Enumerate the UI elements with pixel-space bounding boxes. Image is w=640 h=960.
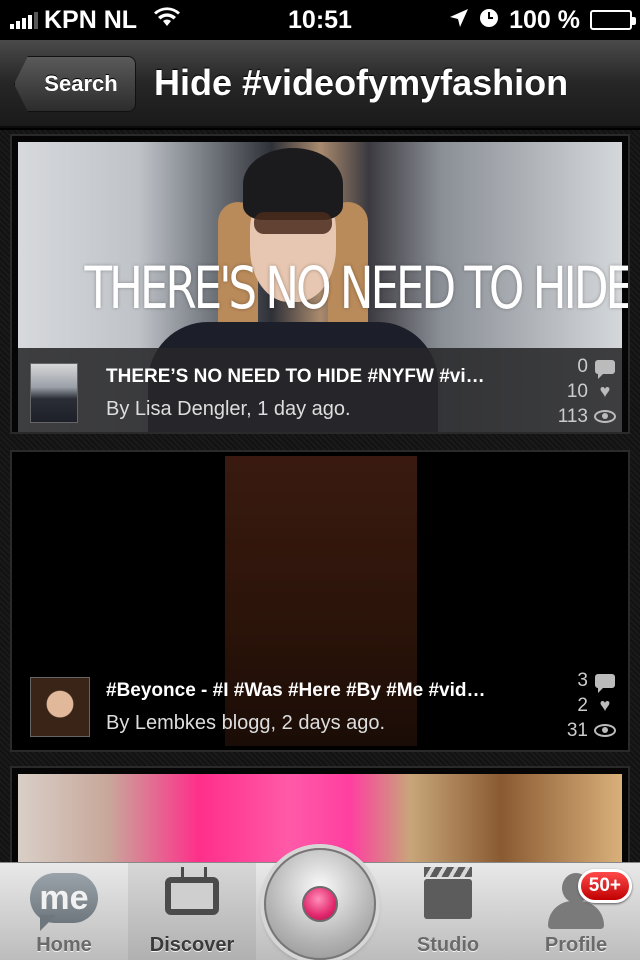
status-bar: KPN NL 10:51 100 % — [0, 0, 640, 40]
video-overlay-text: THERE'S NO NEED TO HIDE #NYFW — [84, 254, 628, 322]
tab-label: Studio — [416, 934, 480, 956]
avatar[interactable] — [30, 363, 78, 423]
avatar[interactable] — [30, 677, 90, 737]
navigation-bar: Search Hide #videofymyfashion — [0, 40, 640, 128]
status-left: KPN NL — [0, 6, 220, 35]
tab-discover[interactable]: Discover — [128, 863, 256, 960]
alarm-clock-icon — [479, 6, 499, 35]
signal-strength-icon — [10, 11, 38, 29]
comment-count-value: 0 — [577, 355, 588, 377]
comment-bubble-icon — [594, 357, 616, 379]
video-byline: By Lisa Dengler, 1 day ago. — [106, 398, 351, 420]
comment-count: 3 — [536, 668, 616, 693]
tab-studio[interactable]: Studio — [384, 863, 512, 960]
like-count-value: 10 — [566, 380, 588, 402]
carrier-name: KPN NL — [44, 5, 138, 34]
status-right: 100 % — [449, 5, 636, 35]
battery-percent: 100 % — [509, 5, 580, 34]
video-stats: 0 10 ♥ 113 — [536, 354, 616, 429]
battery-icon — [590, 10, 636, 30]
tab-home[interactable]: me Home — [0, 863, 128, 960]
clapperboard-icon — [424, 867, 472, 919]
video-feed[interactable]: THERE'S NO NEED TO HIDE #NYFW THERE’S NO… — [0, 130, 640, 862]
video-info-bar: THERE’S NO NEED TO HIDE #NYFW #vi… By Li… — [18, 348, 622, 432]
wifi-icon — [153, 6, 181, 35]
tab-label: Discover — [149, 934, 235, 956]
eye-icon — [594, 407, 616, 427]
record-dot-icon — [302, 886, 338, 922]
view-count-value: 31 — [566, 719, 588, 741]
view-count-value: 113 — [557, 405, 588, 427]
heart-icon: ♥ — [599, 695, 611, 715]
comment-count-value: 3 — [577, 669, 588, 691]
like-count-value: 2 — [577, 694, 588, 716]
notification-badge: 50+ — [577, 869, 632, 903]
me-logo-icon: me — [30, 873, 98, 931]
back-search-button[interactable]: Search — [14, 56, 136, 112]
page-title: Hide #videofymyfashion — [154, 62, 569, 103]
video-title: THERE’S NO NEED TO HIDE #NYFW #vi… — [106, 366, 485, 387]
video-card[interactable]: THERE'S NO NEED TO HIDE #NYFW THERE’S NO… — [10, 134, 630, 434]
video-title: #Beyonce - #I #Was #Here #By #Me #vid… — [106, 680, 486, 701]
record-button[interactable] — [264, 848, 376, 960]
video-stats: 3 2 ♥ 31 — [536, 668, 616, 743]
tab-profile[interactable]: 50+ Profile — [512, 863, 640, 960]
heart-icon: ♥ — [599, 381, 611, 401]
view-count: 31 — [536, 718, 616, 743]
comment-bubble-icon — [594, 671, 616, 693]
video-info-bar: #Beyonce - #I #Was #Here #By #Me #vid… B… — [18, 662, 622, 746]
tab-label: Profile — [544, 934, 608, 956]
eye-icon — [594, 721, 616, 741]
comment-count: 0 — [536, 354, 616, 379]
tab-label: Home — [36, 934, 92, 956]
like-count: 10 ♥ — [536, 379, 616, 404]
location-arrow-icon — [449, 6, 469, 35]
video-byline: By Lembkes blogg, 2 days ago. — [106, 712, 386, 734]
tv-icon — [165, 877, 219, 915]
view-count: 113 — [536, 404, 616, 429]
video-card[interactable]: #Beyonce - #I #Was #Here #By #Me #vid… B… — [10, 450, 630, 752]
like-count: 2 ♥ — [536, 693, 616, 718]
